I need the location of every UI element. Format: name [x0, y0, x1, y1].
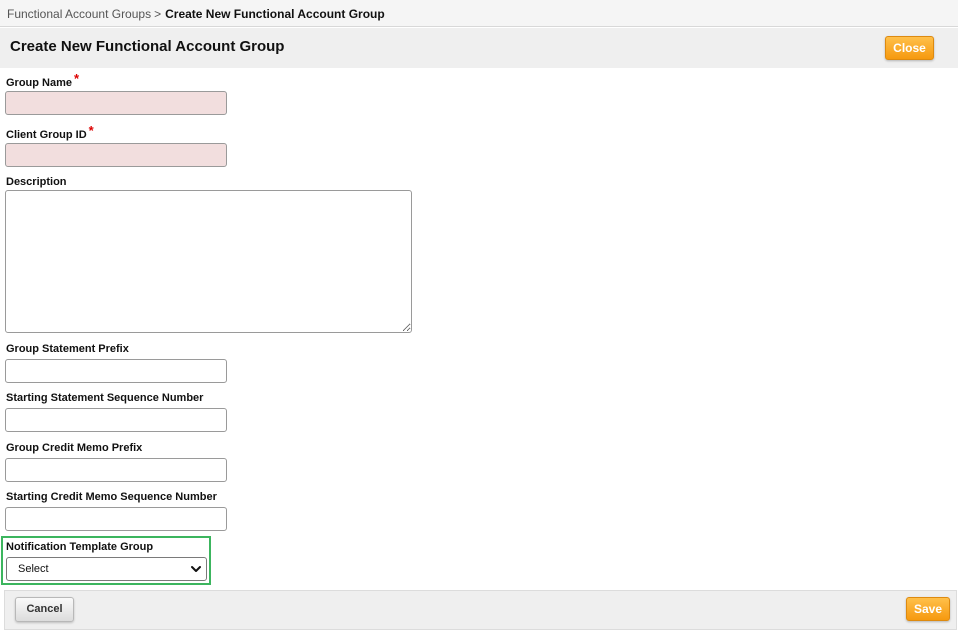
client-group-id-input[interactable]	[5, 143, 227, 167]
notification-template-group-label: Notification Template Group	[6, 541, 154, 553]
breadcrumb-separator: >	[154, 7, 162, 21]
starting-statement-sequence-number-label: Starting Statement Sequence Number	[6, 392, 204, 404]
group-name-input[interactable]	[5, 91, 227, 115]
breadcrumb-current: Create New Functional Account Group	[165, 7, 385, 21]
footer-bar	[4, 590, 957, 630]
page-title: Create New Functional Account Group	[10, 38, 285, 55]
breadcrumb-link-functional-account-groups[interactable]: Functional Account Groups	[7, 7, 151, 21]
starting-statement-sequence-number-input[interactable]	[5, 408, 227, 432]
group-name-label-text: Group Name	[6, 77, 73, 89]
group-statement-prefix-label: Group Statement Prefix	[6, 343, 129, 355]
description-textarea[interactable]	[5, 190, 412, 333]
breadcrumb: Functional Account Groups > Create New Fun…	[0, 0, 958, 27]
notification-template-group-select[interactable]: Select	[6, 557, 207, 581]
chevron-down-icon	[191, 566, 201, 572]
client-group-id-label: Client Group ID *	[6, 123, 94, 141]
client-group-id-label-text: Client Group ID	[6, 129, 87, 141]
group-name-label: Group Name *	[6, 71, 80, 89]
title-bar: Create New Functional Account Group	[0, 28, 958, 68]
description-label: Description	[6, 176, 67, 188]
starting-credit-memo-sequence-number-label: Starting Credit Memo Sequence Number	[6, 491, 217, 503]
close-button[interactable]: Close	[885, 36, 934, 60]
group-statement-prefix-input[interactable]	[5, 359, 227, 383]
group-credit-memo-prefix-input[interactable]	[5, 458, 227, 482]
starting-credit-memo-sequence-number-input[interactable]	[5, 507, 227, 531]
select-value: Select	[18, 563, 49, 575]
required-marker: *	[88, 123, 94, 138]
group-credit-memo-prefix-label: Group Credit Memo Prefix	[6, 442, 143, 454]
save-button[interactable]: Save	[906, 597, 950, 621]
cancel-button[interactable]: Cancel	[15, 597, 74, 622]
required-marker: *	[74, 71, 80, 86]
